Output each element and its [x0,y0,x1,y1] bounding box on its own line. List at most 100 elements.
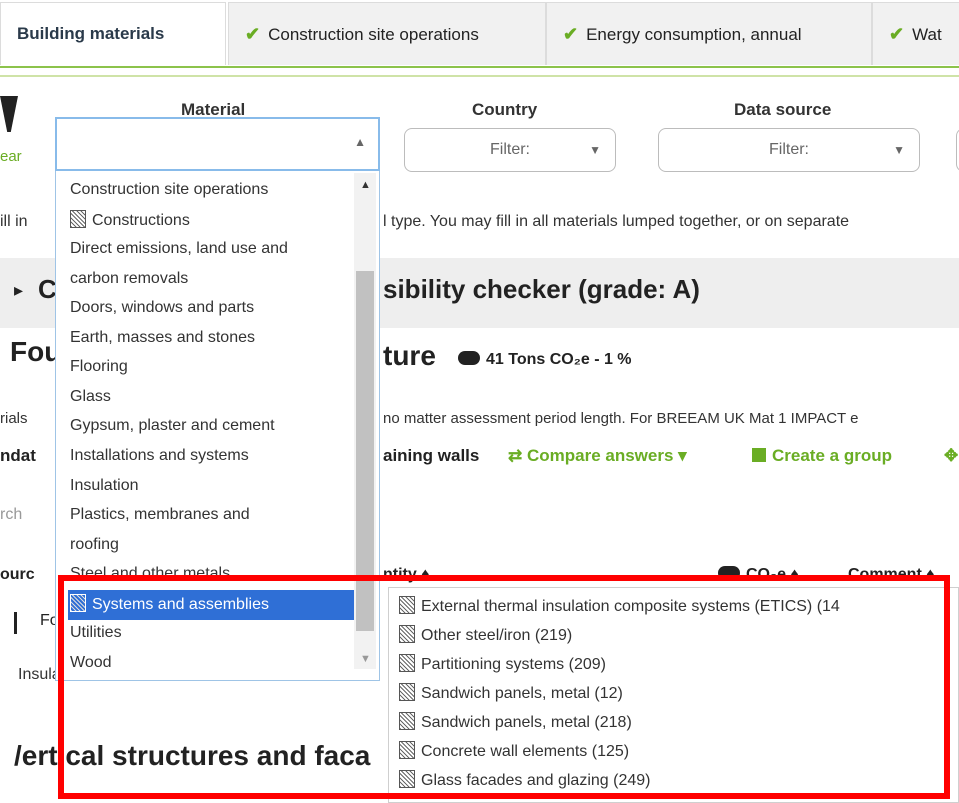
chevron-right-icon: ▸ [14,280,24,300]
dropdown-item[interactable]: roofing [70,536,119,554]
dropdown-item[interactable]: Plastics, membranes and [70,506,250,524]
co2-percent: - 1 % [594,351,632,368]
dropdown-item[interactable]: Earth, masses and stones [70,329,255,347]
assembly-icon [399,741,415,759]
data-source-label: Data source [734,100,832,119]
material-dropdown-list[interactable]: Construction site operations Constructio… [55,171,380,681]
item-label: carbon removals [70,270,189,287]
cloud-icon [718,566,740,580]
country-filter-text: Filter: [490,141,530,158]
tab-water[interactable]: ✔ Wat [872,2,959,65]
co2-summary: 41 Tons CO₂e - 1 % [458,351,632,369]
scroll-down-icon[interactable]: ▼ [360,653,371,665]
compare-answers-button[interactable]: ⇄ Compare answers ▾ [508,446,687,466]
dropdown-item[interactable]: Gypsum, plaster and cement [70,417,275,435]
dropdown-item[interactable]: Wood [70,654,112,672]
submenu-item[interactable]: Concrete wall elements (125) [399,741,629,761]
submenu-item[interactable]: Other steel/iron (219) [399,625,572,645]
dropdown-item[interactable]: Constructions [70,210,190,230]
scroll-up-icon[interactable]: ▲ [360,179,371,191]
caret-up-icon: ▲ [354,135,366,149]
hint-text-left: ill in [0,213,28,230]
submenu-item[interactable]: External thermal insulation composite sy… [399,596,840,616]
item-label: Doors, windows and parts [70,299,255,316]
check-icon: ✔ [889,24,905,44]
column-header-quantity[interactable]: ntity ♦ [383,566,429,584]
tab-bar: Building materials ✔ Construction site op… [0,0,959,68]
dropdown-scrollbar[interactable]: ▲ ▼ [354,173,376,669]
assembly-icon [399,712,415,730]
tab-label: Building materials [17,24,165,43]
item-label: Glass facades and glazing (249) [421,772,651,789]
item-label: Earth, masses and stones [70,329,255,346]
item-label: Concrete wall elements (125) [421,743,630,760]
foundation-label-frag: ndat [0,446,36,465]
assembly-icon [399,625,415,643]
submenu-item[interactable]: Sandwich panels, metal (218) [399,712,632,732]
divider [0,75,959,77]
retaining-walls-label: aining walls [383,446,480,465]
assembly-icon [399,770,415,788]
item-label: Glass [70,388,111,405]
item-label: Construction site operations [70,181,269,198]
cloud-icon [458,351,480,365]
assembly-icon [70,210,86,228]
submenu-item[interactable]: Sandwich panels, metal (12) [399,683,623,703]
column-header-co2[interactable]: CO₂e ♦ [718,566,799,584]
column-header-comment[interactable]: Comment ♦ [848,566,934,584]
caret-down-icon: ▼ [589,143,601,157]
country-filter[interactable]: Filter: ▼ [404,128,616,172]
tab-label: Wat [912,25,942,44]
scrollbar-thumb[interactable] [356,271,374,631]
submenu-item[interactable]: Partitioning systems (209) [399,654,606,674]
panel-prefix: C [38,274,57,304]
tab-energy-consumption[interactable]: ✔ Energy consumption, annual [546,2,872,65]
create-group-button[interactable]: Create a group [752,446,892,466]
item-label: Gypsum, plaster and cement [70,417,275,434]
assembly-icon [399,596,415,614]
dropdown-item[interactable]: Glass [70,388,111,406]
hint-text-right: l type. You may fill in all materials lu… [383,213,850,230]
item-label: Insulation [70,477,139,494]
rials-text-left: rials [0,410,28,427]
dropdown-item[interactable]: Installations and systems [70,447,249,465]
assembly-icon [70,594,86,612]
move-icon[interactable]: ✥ [944,446,958,466]
item-label: Sandwich panels, metal (218) [421,714,632,731]
item-label: Other steel/iron (219) [421,627,573,644]
search-input[interactable]: rch [0,506,22,524]
clear-link[interactable]: ear [0,148,22,165]
assembly-icon [399,683,415,701]
item-label: Steel and other metals [70,565,231,582]
section-title-right: ture [383,340,436,371]
dropdown-item[interactable]: Flooring [70,358,128,376]
dropdown-item[interactable]: Steel and other metals [70,565,230,583]
co2-value: 41 Tons CO₂e [486,351,590,368]
dropdown-item[interactable]: Utilities [70,624,122,642]
dropdown-item[interactable]: Direct emissions, land use and [70,240,288,258]
submenu-item[interactable]: Glass facades and glazing (249) [399,770,650,790]
tab-construction-site-operations[interactable]: ✔ Construction site operations [228,2,546,65]
plus-square-icon [752,448,766,462]
systems-submenu[interactable]: External thermal insulation composite sy… [388,587,959,803]
dropdown-item[interactable]: Doors, windows and parts [70,299,254,317]
item-label: External thermal insulation composite sy… [421,598,840,615]
tab-label: Construction site operations [268,25,479,44]
rials-text-right: no matter assessment period length. For … [383,410,859,427]
material-select[interactable]: ▲ [55,117,380,171]
country-label: Country [472,100,538,119]
assembly-icon [399,654,415,672]
item-label: Systems and assemblies [92,596,269,613]
co2-col-label: CO₂e ♦ [746,566,799,583]
funnel-icon[interactable] [0,96,18,132]
section-title-vertical: /ertical structures and faca [14,740,371,771]
column-header-source[interactable]: ourc [0,566,35,584]
panel-title: sibility checker (grade: A) [383,274,700,304]
tab-building-materials[interactable]: Building materials [0,2,226,65]
dropdown-item[interactable]: carbon removals [70,270,188,288]
dropdown-item[interactable]: Insulation [70,477,139,495]
dropdown-item[interactable]: Construction site operations [70,181,268,199]
data-source-filter[interactable]: Filter: ▼ [658,128,920,172]
dropdown-item-selected[interactable]: Systems and assemblies [68,590,356,620]
item-label: Partitioning systems (209) [421,656,606,673]
